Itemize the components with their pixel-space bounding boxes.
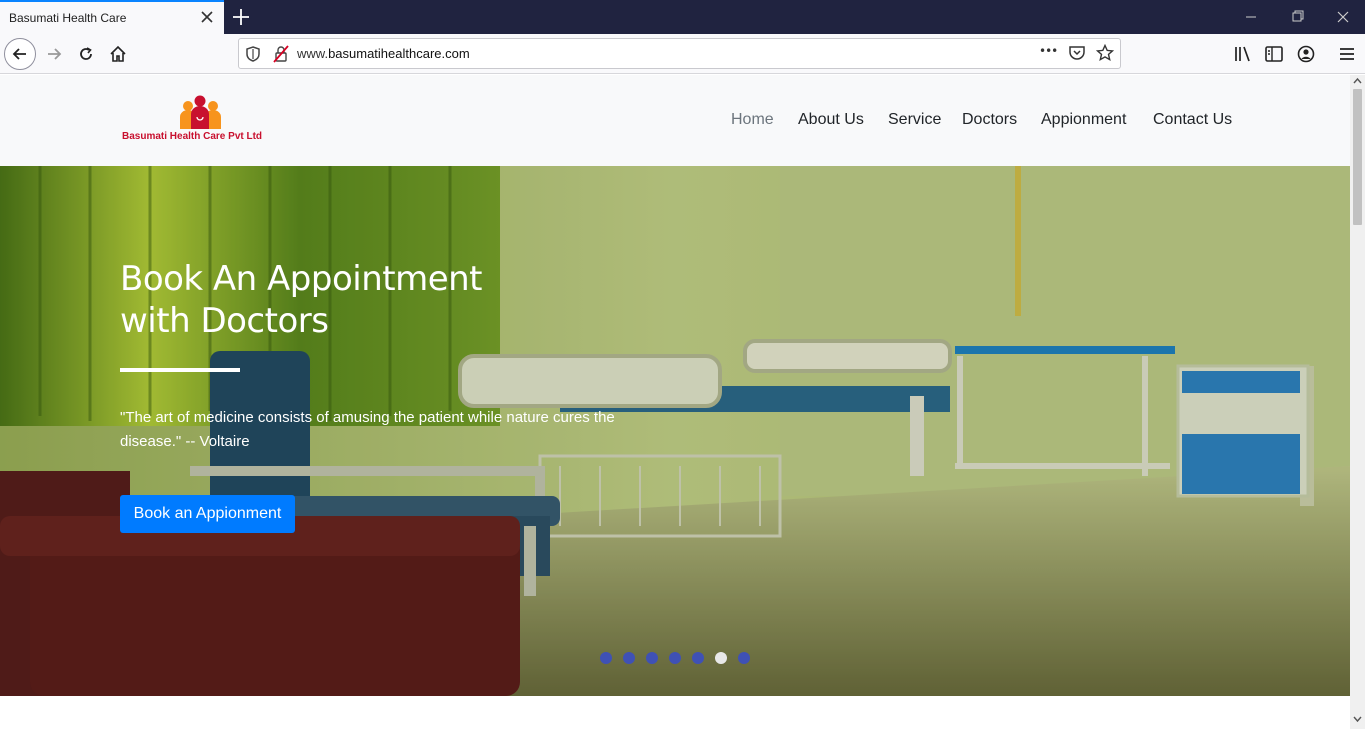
carousel-dot[interactable] — [738, 652, 750, 664]
menu-item-about-us[interactable]: About Us — [798, 111, 864, 129]
scroll-up-icon[interactable] — [1353, 77, 1362, 85]
account-icon[interactable] — [1295, 43, 1317, 65]
home-icon — [110, 45, 126, 62]
insecure-lock-icon[interactable] — [273, 45, 289, 63]
reload-button[interactable] — [70, 38, 102, 70]
site-logo[interactable]: Basumati Health Care Pvt Ltd — [120, 95, 280, 147]
close-window-icon[interactable] — [1320, 0, 1365, 34]
pocket-icon[interactable] — [1068, 44, 1086, 62]
carousel-dot[interactable] — [669, 652, 681, 664]
menu-item-home[interactable]: Home — [731, 111, 774, 129]
site-header: Basumati Health Care Pvt Ltd Home About … — [0, 75, 1350, 166]
menu-item-service[interactable]: Service — [888, 111, 941, 129]
navigation-toolbar: www.basumatihealthcare.com ••• — [0, 34, 1365, 74]
reload-icon — [80, 47, 92, 60]
back-button[interactable] — [4, 38, 36, 70]
forward-arrow-icon — [48, 48, 62, 60]
logo-text: Basumati Health Care Pvt Ltd — [122, 131, 263, 142]
page-scrollbar[interactable] — [1350, 75, 1365, 729]
shield-icon[interactable] — [245, 45, 261, 63]
hero-carousel: Book An Appointment with Doctors "The ar… — [0, 166, 1350, 696]
carousel-dot[interactable] — [646, 652, 658, 664]
menu-item-doctors[interactable]: Doctors — [962, 111, 1017, 129]
hero-title-line-1: Book An Appointment — [120, 259, 483, 299]
tab-strip: Basumati Health Care — [0, 0, 1365, 34]
hero-title: Book An Appointment with Doctors — [120, 258, 540, 342]
url-text[interactable]: www.basumatihealthcare.com — [297, 46, 470, 61]
url-domain: basumatihealthcare.com — [328, 46, 470, 61]
carousel-dot[interactable] — [600, 652, 612, 664]
home-button[interactable] — [102, 38, 134, 70]
menu-item-contact-us[interactable]: Contact Us — [1153, 111, 1232, 129]
book-appointment-button[interactable]: Book an Appionment — [120, 495, 295, 533]
carousel-dot-active[interactable] — [715, 652, 727, 664]
carousel-dot[interactable] — [692, 652, 704, 664]
hero-quote: "The art of medicine consists of amusing… — [120, 409, 615, 450]
tab-title: Basumati Health Care — [9, 11, 127, 25]
hamburger-menu-icon[interactable] — [1336, 43, 1358, 65]
carousel-dot[interactable] — [623, 652, 635, 664]
new-tab-icon[interactable] — [230, 6, 252, 28]
menu-item-appionment[interactable]: Appionment — [1041, 111, 1126, 129]
bookmark-star-icon[interactable] — [1096, 44, 1114, 62]
people-logo-icon — [180, 95, 221, 129]
page-viewport: Basumati Health Care Pvt Ltd Home About … — [0, 75, 1350, 729]
forward-button[interactable] — [38, 38, 70, 70]
sidebar-icon[interactable] — [1263, 43, 1285, 65]
hero-title-line-2: with Doctors — [120, 301, 329, 341]
scroll-down-icon[interactable] — [1353, 715, 1362, 723]
close-tab-icon[interactable] — [198, 8, 216, 26]
hero-divider — [120, 368, 240, 372]
restore-icon[interactable] — [1274, 0, 1320, 34]
url-prefix: www. — [297, 46, 329, 61]
page-actions-icon[interactable]: ••• — [1039, 44, 1058, 58]
minimize-icon[interactable] — [1228, 0, 1274, 34]
library-icon[interactable] — [1232, 43, 1254, 65]
scrollbar-thumb[interactable] — [1353, 89, 1362, 225]
address-bar[interactable]: www.basumatihealthcare.com ••• — [238, 38, 1121, 69]
carousel-indicators — [600, 652, 750, 664]
browser-tab[interactable]: Basumati Health Care — [0, 0, 224, 34]
back-arrow-icon — [12, 48, 26, 60]
